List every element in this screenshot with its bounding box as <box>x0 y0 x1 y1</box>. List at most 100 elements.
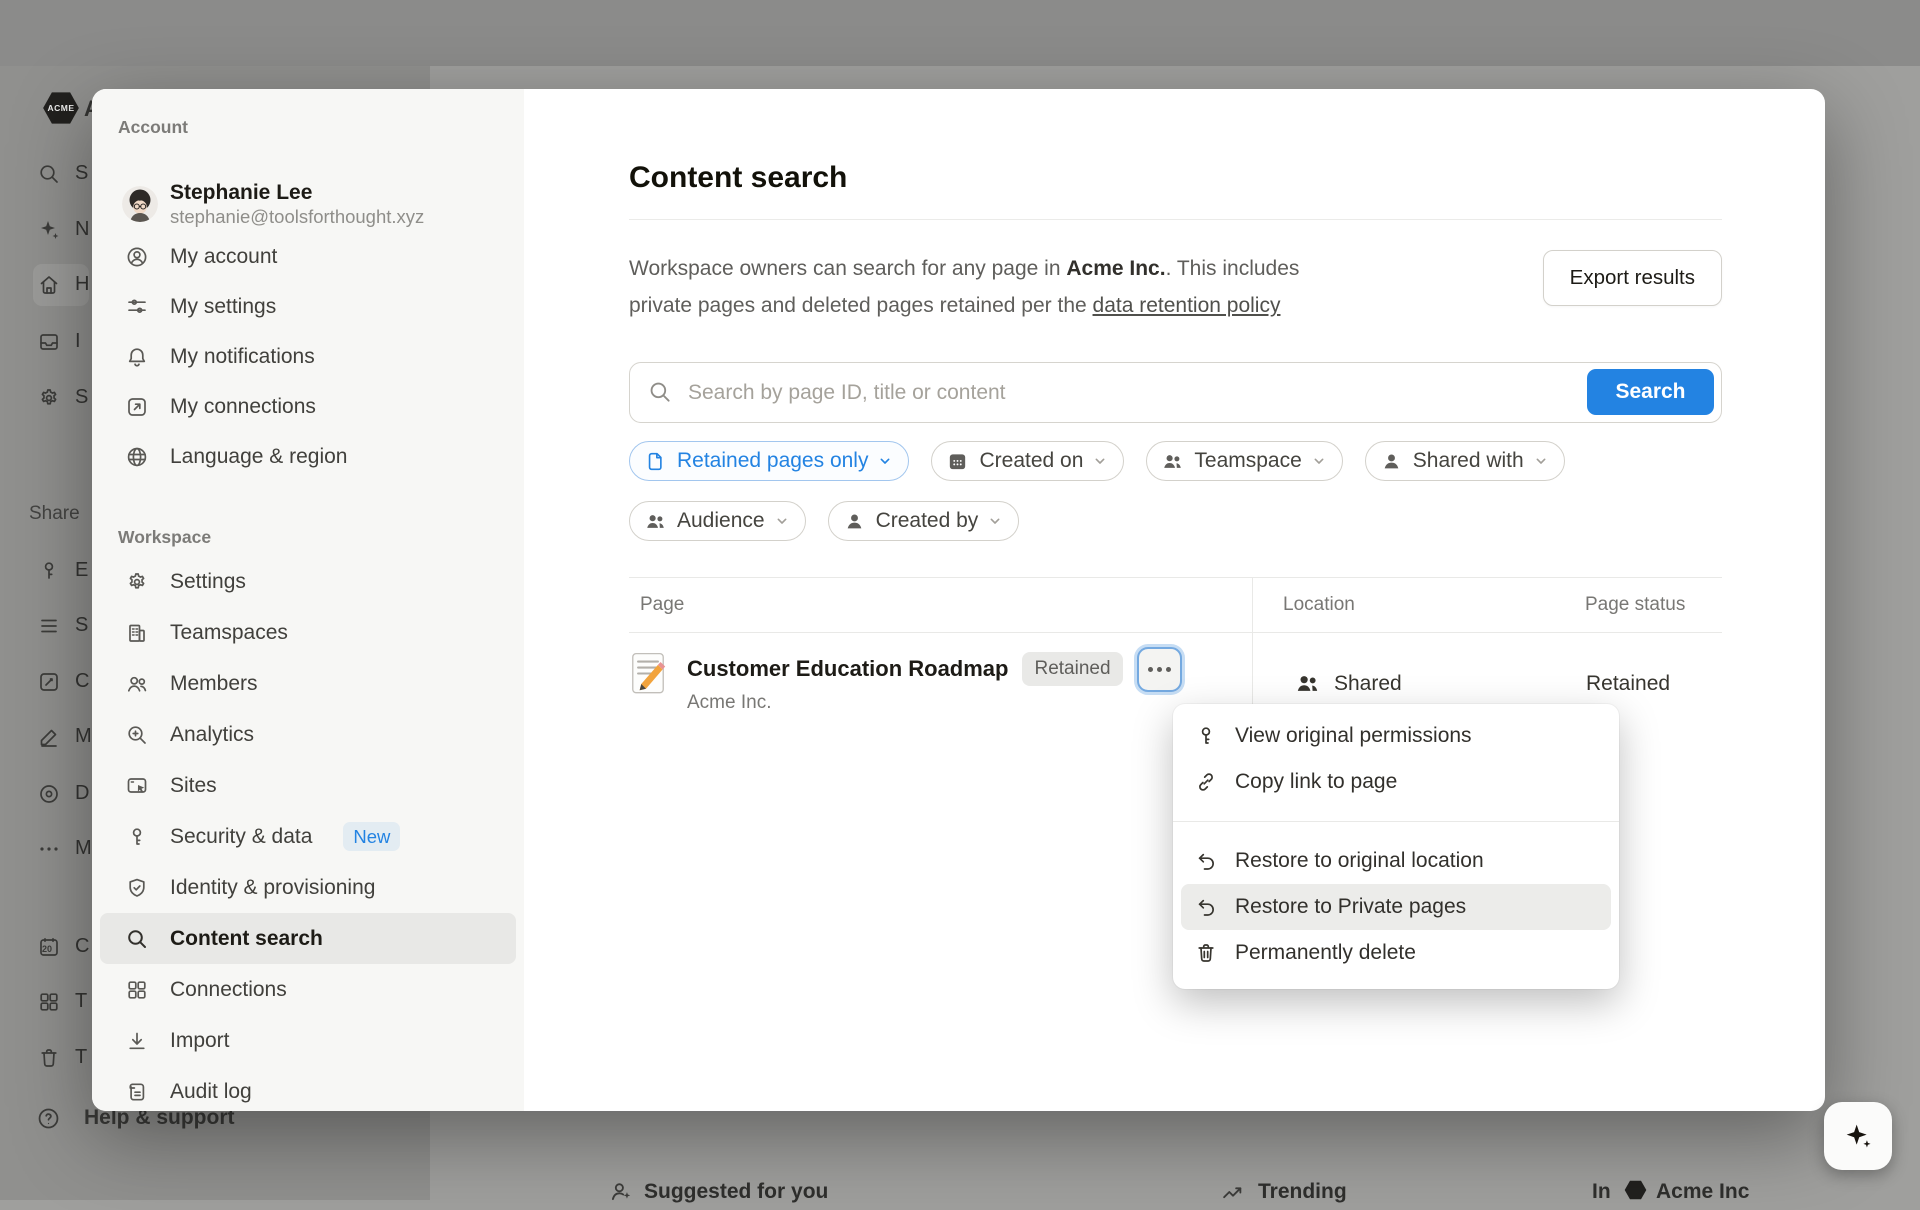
in-label: In <box>1592 1180 1611 1204</box>
location-value: Shared <box>1334 672 1402 696</box>
menu-item-label: Copy link to page <box>1235 770 1397 794</box>
account-user-row[interactable]: Stephanie Lee stephanie@toolsforthought.… <box>100 176 516 232</box>
sidebar-item-label: Security & data <box>170 825 312 849</box>
sidebar-item-label: Sites <box>170 774 217 798</box>
globe-icon <box>125 445 149 469</box>
sidebar-item-label: My settings <box>170 295 276 319</box>
chevron-down-icon <box>987 513 1003 529</box>
menu-item-restore-original-location[interactable]: Restore to original location <box>1181 838 1611 884</box>
sidebar-item-content-search[interactable]: Content search <box>100 913 516 964</box>
compose-icon <box>37 670 61 699</box>
search-input[interactable] <box>686 380 1721 406</box>
page-status-value: Retained <box>1557 634 1721 696</box>
sidebar-item-fragment: C <box>75 935 89 958</box>
trending-label: Trending <box>1258 1180 1347 1204</box>
row-actions-menu: View original permissions Copy link to p… <box>1173 704 1619 989</box>
sidebar-item-fragment: M <box>75 725 92 748</box>
chevron-down-icon <box>774 513 790 529</box>
window-titlebar <box>0 0 1920 66</box>
user-name: Stephanie Lee <box>170 180 424 205</box>
building-icon <box>125 621 149 645</box>
sidebar-item-analytics[interactable]: Analytics <box>100 709 516 760</box>
sidebar-item-label: Audit log <box>170 1080 252 1104</box>
menu-item-view-original-permissions[interactable]: View original permissions <box>1181 713 1611 759</box>
filter-retained-pages-only[interactable]: Retained pages only <box>629 441 909 481</box>
menu-item-label: Permanently delete <box>1235 941 1416 965</box>
sidebar-item-sites[interactable]: Sites <box>100 760 516 811</box>
menu-item-restore-private-pages[interactable]: Restore to Private pages <box>1181 884 1611 930</box>
menu-item-label: View original permissions <box>1235 724 1472 748</box>
filter-teamspace[interactable]: Teamspace <box>1146 441 1342 481</box>
filter-label: Created by <box>876 509 979 533</box>
sidebar-item-my-notifications[interactable]: My notifications <box>100 332 516 382</box>
sidebar-item-my-connections[interactable]: My connections <box>100 382 516 432</box>
person-sparkle-icon <box>608 1178 634 1209</box>
workspace-section-header: Workspace <box>118 527 524 548</box>
trending-icon <box>1220 1179 1246 1210</box>
pencil-icon <box>37 725 61 754</box>
sidebar-item-fragment: M <box>75 837 92 860</box>
page-workspace-subtitle: Acme Inc. <box>687 691 1182 715</box>
sidebar-item-import[interactable]: Import <box>100 1015 516 1066</box>
calendar-icon <box>946 450 969 473</box>
user-email: stephanie@toolsforthought.xyz <box>170 205 424 228</box>
suggested-for-you-label: Suggested for you <box>644 1180 828 1204</box>
description-text: Workspace owners can search for any page… <box>629 257 1066 280</box>
scroll-icon <box>125 1080 149 1104</box>
sidebar-label-fragment: S <box>75 386 88 409</box>
sidebar-item-label: My connections <box>170 395 316 419</box>
ellipsis-icon <box>37 837 61 866</box>
sidebar-item-language-region[interactable]: Language & region <box>100 432 516 482</box>
sidebar-item-connections[interactable]: Connections <box>100 964 516 1015</box>
menu-divider <box>1173 821 1619 822</box>
data-retention-policy-link[interactable]: data retention policy <box>1093 294 1281 317</box>
sidebar-label-fragment: N <box>75 218 89 241</box>
filter-created-by[interactable]: Created by <box>828 501 1020 541</box>
people-icon <box>125 672 149 696</box>
workspace-name-bold: Acme Inc. <box>1066 257 1165 280</box>
sidebar-item-my-account[interactable]: My account <box>100 232 516 282</box>
export-results-button[interactable]: Export results <box>1543 250 1722 306</box>
sidebar-item-label: Connections <box>170 978 287 1002</box>
filter-created-on[interactable]: Created on <box>931 441 1124 481</box>
filter-shared-with[interactable]: Shared with <box>1365 441 1565 481</box>
menu-item-permanently-delete[interactable]: Permanently delete <box>1181 930 1611 976</box>
search-button[interactable]: Search <box>1587 369 1714 415</box>
sidebar-item-label: Analytics <box>170 723 254 747</box>
sidebar-item-settings[interactable]: Settings <box>100 556 516 607</box>
search-icon <box>37 162 61 191</box>
page-icon <box>644 450 667 473</box>
retained-badge: Retained <box>1022 652 1122 686</box>
sidebar-item-identity-provisioning[interactable]: Identity & provisioning <box>100 862 516 913</box>
target-icon <box>37 782 61 811</box>
row-more-actions-button[interactable] <box>1137 647 1182 692</box>
filter-label: Created on <box>979 449 1083 473</box>
person-circle-icon <box>125 245 149 269</box>
page-title-cell[interactable]: Customer Education Roadmap <box>687 656 1008 682</box>
filter-label: Teamspace <box>1194 449 1301 473</box>
filter-label: Retained pages only <box>677 449 868 473</box>
filter-audience[interactable]: Audience <box>629 501 806 541</box>
inbox-icon <box>37 330 61 359</box>
sidebar-item-members[interactable]: Members <box>100 658 516 709</box>
person-icon <box>843 510 866 533</box>
undo-icon <box>1194 895 1218 919</box>
description-text: private pages and deleted pages retained… <box>629 294 1093 317</box>
column-header-page: Page <box>629 578 1253 633</box>
sidebar-item-label: Content search <box>170 927 323 951</box>
sidebar-item-security-data[interactable]: Security & data New <box>100 811 516 862</box>
chevron-down-icon <box>1311 453 1327 469</box>
sidebar-item-my-settings[interactable]: My settings <box>100 282 516 332</box>
chevron-down-icon <box>877 453 893 469</box>
sidebar-item-audit-log[interactable]: Audit log <box>100 1066 516 1111</box>
sidebar-item-label: Import <box>170 1029 230 1053</box>
home-icon <box>37 273 61 302</box>
sidebar-item-teamspaces[interactable]: Teamspaces <box>100 607 516 658</box>
ai-sparkle-button[interactable] <box>1824 1102 1892 1170</box>
trash-icon <box>1194 941 1218 965</box>
menu-item-copy-link-to-page[interactable]: Copy link to page <box>1181 759 1611 805</box>
sidebar-label-fragment: I <box>75 330 81 353</box>
download-icon <box>125 1029 149 1053</box>
page-description: Workspace owners can search for any page… <box>629 250 1509 324</box>
filter-label: Audience <box>677 509 765 533</box>
